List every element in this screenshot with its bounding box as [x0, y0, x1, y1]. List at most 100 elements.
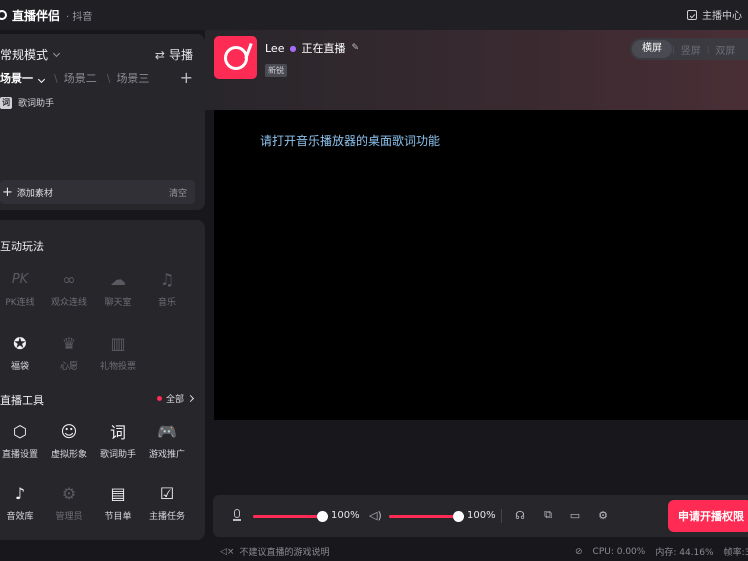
tool-gamepad[interactable]: 🎮 游戏推广 [145, 420, 189, 461]
avatar[interactable] [214, 36, 257, 79]
network-icon: ⊘ [575, 546, 583, 557]
tool-pk[interactable]: PK PK连线 [0, 268, 42, 309]
clear-button[interactable]: 清空 [169, 186, 187, 199]
task-icon: ☑ [159, 483, 175, 503]
settings-hex-icon: ⬡ [13, 421, 27, 441]
preview-canvas[interactable]: 请打开音乐播放器的桌面歌词功能 [214, 110, 748, 420]
mic-volume-slider[interactable] [253, 511, 328, 522]
live-status: 正在直播 [301, 42, 346, 55]
add-scene-button[interactable]: + [180, 68, 193, 87]
tool-link[interactable]: ∞ 观众连线 [47, 268, 91, 309]
lyric-hint-text: 请打开音乐播放器的桌面歌词功能 [260, 134, 441, 148]
platform-name: · 抖音 [66, 11, 93, 23]
tool-task[interactable]: ☑ 主播任务 [145, 482, 189, 523]
tool-label: 游戏推广 [148, 450, 185, 460]
tool-label: 节目单 [104, 512, 132, 522]
tool-label: 音效库 [6, 512, 34, 522]
settings-icon[interactable]: ⚙ [596, 508, 610, 522]
streamer-center-button[interactable]: 主播中心 [687, 7, 742, 22]
mode-selector[interactable]: 常规模式 [0, 46, 61, 63]
camera-icon[interactable]: ▭ [568, 508, 582, 522]
tool-sound-effect[interactable]: ♪ 音效库 [0, 482, 42, 523]
apply-live-permission-button[interactable]: 申请开播权限 [668, 500, 748, 532]
tool-label: 歌词助手 [99, 450, 136, 460]
divider [501, 509, 502, 523]
tool-label: 管理员 [55, 512, 83, 522]
streamer-center-icon [687, 9, 697, 20]
live-dot-icon: ● [289, 43, 297, 53]
orientation-switch: 横屏 | 竖屏 | 双屏 [630, 38, 748, 60]
notification-dot [156, 396, 162, 401]
tool-label: 音乐 [157, 298, 176, 308]
admin-icon: ⚙ [61, 483, 77, 503]
tool-label: 心愿 [59, 362, 78, 372]
control-bar: 100% ◁) 100% ☊ ⧉ ▭ ⚙ 申请开播权限 [213, 495, 748, 537]
speaker-volume-fill [389, 515, 459, 518]
lyrics-source-icon: 词 [0, 96, 12, 109]
tool-admin[interactable]: ⚙ 管理员 [47, 482, 91, 523]
import-label: 导播 [168, 48, 193, 62]
screen-cast-icon[interactable]: ⧉ [541, 508, 555, 522]
tool-chat-room[interactable]: ☁ 聊天室 [96, 268, 140, 309]
scene-separator: \ [106, 71, 111, 85]
orientation-portrait[interactable]: 竖屏 [675, 42, 707, 57]
tool-gift-vote[interactable]: ▥ 礼物投票 [96, 332, 140, 373]
app-logo-icon [0, 10, 7, 20]
tool-avatar-mask[interactable]: ☺ 虚拟形象 [47, 420, 91, 461]
scene-tabs: 场景一 \ 场景二 \ 场景三 [0, 70, 159, 86]
plus-icon: + [2, 184, 13, 200]
user-name: Lee [265, 41, 285, 55]
sound-effect-icon: ♪ [14, 483, 26, 503]
lucky-bag-icon: ✪ [13, 333, 27, 353]
scene-panel: 常规模式 ⇄ 导播 场景一 \ 场景二 \ 场景三 + 词 歌词助手 + 添加素… [0, 34, 205, 210]
add-material-button[interactable]: + 添加素材 清空 [0, 180, 195, 204]
mode-label: 常规模式 [0, 48, 49, 62]
tool-lyrics[interactable]: 词歌词助手 [96, 420, 140, 460]
chat-room-icon: ☁ [110, 269, 126, 289]
speaker-volume-slider[interactable] [389, 511, 464, 522]
tool-program-list[interactable]: ▤ 节目单 [96, 482, 140, 523]
cpu-usage: CPU: 0.00% [592, 546, 646, 557]
tools-title: 直播工具 [0, 394, 44, 407]
tool-lucky-bag[interactable]: ✪ 福袋 [0, 332, 42, 373]
speaker-icon[interactable]: ◁) [369, 509, 382, 522]
edit-icon[interactable]: ✎ [351, 43, 359, 53]
mic-volume-fill [253, 515, 323, 518]
add-material-label: 添加素材 [16, 188, 53, 199]
scene-tab-2[interactable]: 场景二 [64, 70, 97, 86]
headset-icon[interactable]: ☊ [513, 508, 527, 522]
speaker-mute-icon: ◁× [220, 546, 235, 557]
tool-label: PK连线 [5, 298, 35, 308]
wish-icon: ♛ [61, 333, 77, 353]
user-info: Lee ● 正在直播 ✎ [265, 40, 359, 56]
all-tools-link[interactable]: 全部 [156, 392, 195, 405]
tool-music[interactable]: ♫ 音乐 [145, 268, 189, 309]
music-note-icon [223, 45, 248, 70]
title-bar: 直播伴侣 · 抖音 主播中心 [0, 0, 748, 30]
app-name: 直播伴侣 [12, 8, 61, 23]
scene-tab-1[interactable]: 场景一 [0, 70, 46, 86]
plus-icon: + [179, 68, 193, 87]
tool-settings-hex[interactable]: ⬡ 直播设置 [0, 420, 42, 461]
streamer-center-label: 主播中心 [702, 11, 742, 22]
orientation-dual[interactable]: 双屏 [709, 42, 741, 57]
tool-label: 主播任务 [148, 512, 185, 522]
swap-icon: ⇄ [154, 47, 165, 62]
chevron-down-icon [52, 49, 61, 57]
microphone-icon[interactable] [233, 509, 241, 521]
pk-icon: PK [11, 271, 29, 287]
speaker-volume-knob[interactable] [453, 511, 464, 522]
program-list-icon: ▤ [110, 483, 126, 503]
source-item-lyrics[interactable]: 词 歌词助手 [0, 96, 54, 109]
scene-separator: \ [54, 71, 58, 85]
import-button[interactable]: ⇄ 导播 [155, 46, 193, 63]
tool-label: 虚拟形象 [50, 450, 87, 460]
speaker-volume-value: 100% [467, 510, 496, 521]
level-badge: 新锐 [265, 64, 287, 77]
orientation-landscape[interactable]: 横屏 [632, 40, 672, 58]
scene-tab-3[interactable]: 场景三 [116, 70, 149, 86]
link-icon: ∞ [62, 269, 76, 289]
mic-volume-knob[interactable] [317, 511, 328, 522]
game-notice[interactable]: ◁× 不建议直播的游戏说明 [220, 545, 329, 559]
tool-wish[interactable]: ♛ 心愿 [47, 332, 91, 373]
